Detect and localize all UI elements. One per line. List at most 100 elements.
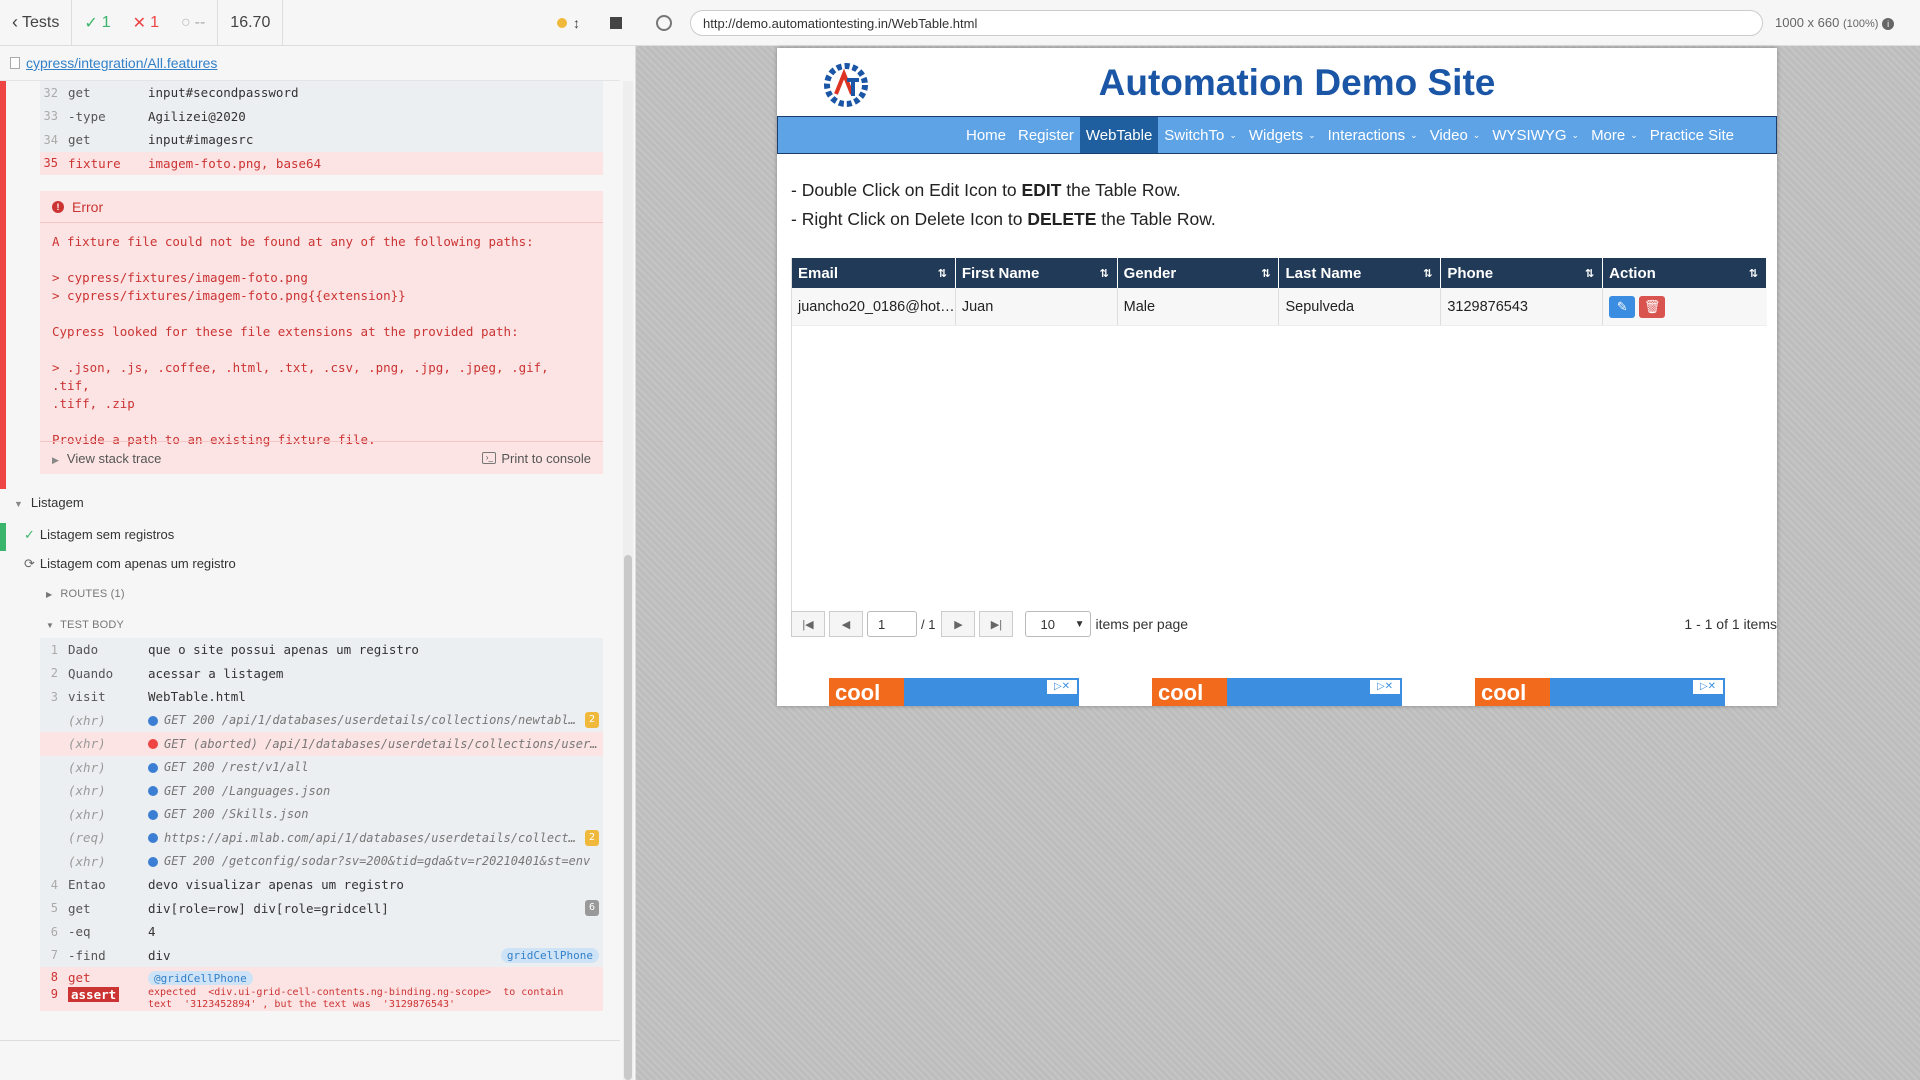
last-page-icon: ▶|	[990, 618, 1003, 631]
network-request-row[interactable]: (xhr) GET 200 /api/1/databases/userdetail…	[40, 709, 603, 733]
error-panel: ! Error A fixture file could not be foun…	[40, 191, 603, 474]
info-icon[interactable]: i	[1882, 18, 1895, 30]
routes-header[interactable]: ▶ ROUTES (1)	[46, 588, 125, 600]
suite-title[interactable]: ▼ Listagem	[14, 495, 84, 510]
nav-switchto[interactable]: SwitchTo ⌄	[1158, 117, 1243, 153]
nav-practice-site[interactable]: Practice Site	[1644, 117, 1740, 153]
page-size-select[interactable]: 10 ▼	[1025, 611, 1092, 637]
network-request-row[interactable]: (xhr) GET (aborted) /api/1/databases/user…	[40, 732, 603, 756]
network-request-row[interactable]: (xhr) GET 200 /Languages.json	[40, 779, 603, 803]
nav-webtable[interactable]: WebTable	[1079, 117, 1159, 153]
nav-widgets[interactable]: Widgets ⌄	[1243, 117, 1322, 153]
caret-down-icon: ▼	[46, 621, 55, 630]
scrollbar-thumb[interactable]	[624, 555, 632, 1080]
prev-page-icon: ◀	[841, 618, 851, 631]
error-footer: ▶ View stack trace ›_ Print to console	[40, 441, 603, 474]
network-request-row[interactable]: (xhr) GET 200 /getconfig/sodar?sv=200&tid…	[40, 850, 603, 874]
autoscroll-toggle-icon[interactable]: ↕	[573, 15, 580, 31]
nav-wysiwyg[interactable]: WYSIWYG ⌄	[1486, 117, 1585, 153]
chevron-down-icon: ⌄	[1410, 129, 1418, 140]
chevron-down-icon: ⌄	[1308, 129, 1316, 140]
count-badge: 2	[585, 829, 599, 846]
nav-interactions[interactable]: Interactions ⌄	[1322, 117, 1424, 153]
command-row[interactable]: 7 -find div gridCellPhone	[40, 944, 603, 968]
last-page-button[interactable]: ▶|	[979, 611, 1014, 637]
command-log[interactable]: 32 get input#secondpassword 33 -type Agilize…	[0, 81, 620, 1041]
column-header-phone[interactable]: Phone ⇅	[1441, 258, 1604, 288]
network-request-row[interactable]: (req) https://api.mlab.com/api/1/database…	[40, 826, 603, 850]
web-table: Email ⇅ First Name ⇅ Gender ⇅ Last Name ⇅ Ph…	[791, 258, 1767, 623]
sort-icon[interactable]: ⇅	[1585, 267, 1594, 280]
test-running[interactable]: ⟳ Listagem com apenas um registro	[24, 556, 236, 572]
column-header-last-name[interactable]: Last Name ⇅	[1279, 258, 1442, 288]
command-row-failed[interactable]: 35 fixture imagem-foto.png, base64	[40, 151, 603, 175]
delete-button[interactable]: 🗑	[1639, 295, 1666, 318]
command-row[interactable]: 3 visit WebTable.html	[40, 685, 603, 709]
ad-close-icon[interactable]: ▷✕	[1693, 680, 1723, 694]
request-status-icon	[148, 786, 158, 797]
selector-playground-icon[interactable]	[656, 14, 672, 31]
spec-path[interactable]: cypress/integration/All.features	[0, 46, 620, 81]
caret-right-icon: ▶	[46, 590, 53, 599]
request-status-icon	[148, 739, 158, 750]
network-request-row[interactable]: (xhr) GET 200 /Skills.json	[40, 803, 603, 827]
print-to-console-button[interactable]: ›_ Print to console	[482, 451, 591, 466]
nav-register[interactable]: Register	[1012, 117, 1080, 153]
command-row-failed[interactable]: 9 assert expected <div.ui-grid-cell-cont…	[40, 987, 603, 1011]
ad-banner[interactable]: cool ▷✕	[829, 678, 1079, 706]
command-row[interactable]: 5 get div[role=row] div[role=gridcell] 6	[40, 897, 603, 921]
command-row[interactable]: 34 get input#imagesrc	[40, 128, 603, 152]
command-row[interactable]: 32 get input#secondpassword	[40, 81, 603, 105]
command-row[interactable]: 4 Entao devo visualizar apenas um registro	[40, 873, 603, 897]
url-bar[interactable]: http://demo.automationtesting.in/WebTabl…	[690, 10, 1763, 36]
test-passed[interactable]: ✓ Listagem sem registros	[24, 527, 174, 543]
site-title: Automation Demo Site	[1098, 62, 1496, 103]
page-input[interactable]: 1	[867, 611, 917, 637]
first-page-button[interactable]: |◀	[791, 611, 825, 637]
column-header-action[interactable]: Action ⇅	[1603, 258, 1767, 288]
table-row: juancho20_0186@hot… Juan Male Sepulveda …	[792, 288, 1767, 326]
sort-icon[interactable]: ⇅	[1423, 267, 1432, 280]
caret-right-icon: ▶	[52, 454, 59, 465]
failed-indicator-bar	[0, 81, 6, 489]
viewport-info: 1000 x 660 (100%) i	[1775, 15, 1895, 30]
nav-video[interactable]: Video ⌄	[1424, 117, 1487, 153]
sort-icon[interactable]: ⇅	[1099, 267, 1108, 280]
command-row[interactable]: 6 -eq 4	[40, 920, 603, 944]
instruction-edit: - Double Click on Edit Icon to EDIT the …	[791, 180, 1181, 200]
count-badge: 6	[585, 900, 599, 917]
site-nav: Home Register WebTable SwitchTo ⌄ Widgets…	[777, 116, 1777, 154]
column-header-gender[interactable]: Gender ⇅	[1118, 258, 1280, 288]
stop-button[interactable]	[610, 16, 622, 29]
ad-banner[interactable]: cool ▷✕	[1152, 678, 1402, 706]
ad-banner[interactable]: cool ▷✕	[1475, 678, 1725, 706]
command-row[interactable]: 2 Quando acessar a listagem	[40, 662, 603, 686]
command-row[interactable]: 33 -type Agilizei@2020	[40, 105, 603, 129]
prev-page-button[interactable]: ◀	[829, 611, 863, 637]
ad-close-icon[interactable]: ▷✕	[1047, 680, 1077, 694]
ad-close-icon[interactable]: ▷✕	[1370, 680, 1400, 694]
command-row[interactable]: 1 Dado que o site possui apenas um registr…	[40, 638, 603, 662]
terminal-icon: ›_	[482, 452, 497, 464]
x-icon: ✕	[132, 14, 147, 32]
nav-home[interactable]: Home	[960, 117, 1012, 153]
nav-more[interactable]: More ⌄	[1585, 117, 1644, 153]
sort-icon[interactable]: ⇅	[938, 267, 947, 280]
reporter-footer	[0, 1040, 620, 1080]
command-row-failed[interactable]: 8 get @gridCellPhone	[40, 967, 603, 987]
chevron-down-icon: ⌄	[1229, 129, 1237, 140]
next-page-button[interactable]: ▶	[941, 611, 976, 637]
network-request-row[interactable]: (xhr) GET 200 /rest/v1/all	[40, 756, 603, 780]
column-header-email[interactable]: Email ⇅	[792, 258, 956, 288]
view-stack-trace[interactable]: ▶ View stack trace	[52, 451, 161, 466]
chevron-down-icon: ⌄	[1571, 129, 1580, 140]
error-message: A fixture file could not be found at any…	[52, 234, 549, 447]
edit-button[interactable]: ✎	[1609, 295, 1636, 318]
column-header-first-name[interactable]: First Name ⇅	[956, 258, 1118, 288]
test-body-header[interactable]: ▼ TEST BODY	[46, 619, 124, 631]
error-icon: !	[52, 200, 64, 213]
sort-icon[interactable]: ⇅	[1261, 267, 1270, 280]
back-to-tests-button[interactable]: ‹ Tests	[0, 0, 73, 46]
sort-icon[interactable]: ⇅	[1749, 267, 1758, 280]
prev-commands: 32 get input#secondpassword 33 -type Agilize…	[40, 81, 603, 175]
